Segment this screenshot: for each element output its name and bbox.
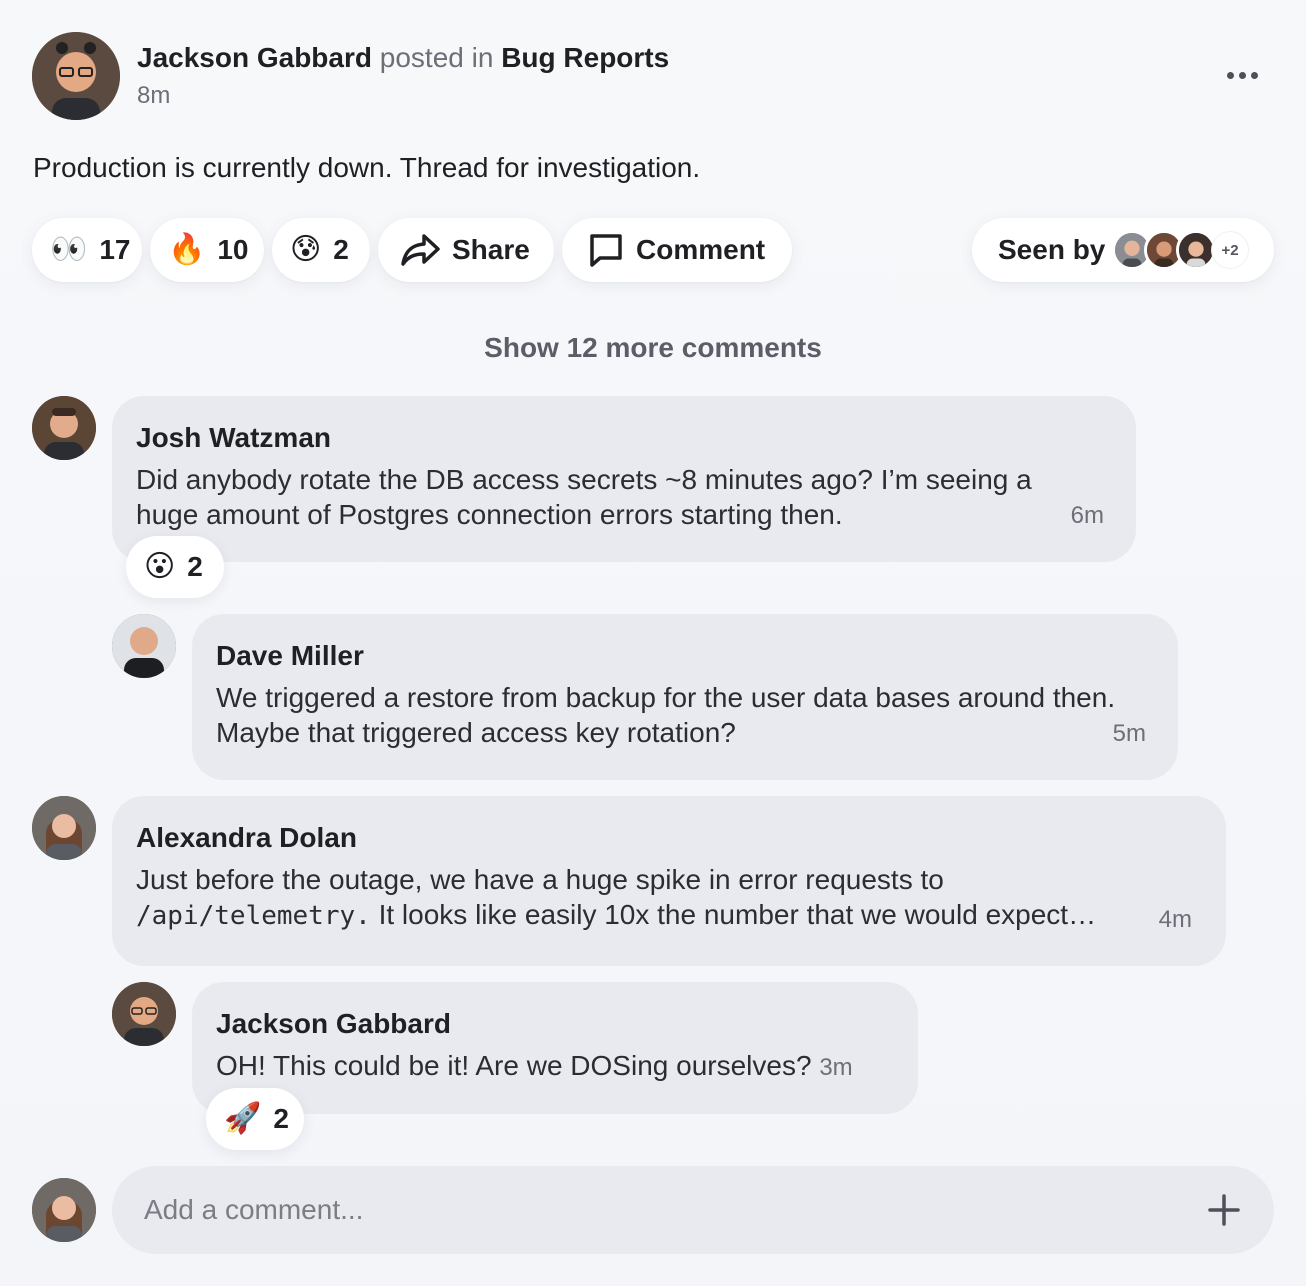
commenter-avatar[interactable] xyxy=(112,982,176,1046)
author-avatar[interactable] xyxy=(32,32,120,120)
show-more-comments-button[interactable]: Show 12 more comments xyxy=(0,332,1306,364)
author-avatar-image xyxy=(32,32,120,120)
comment-text-line: It looks like easily 10x the number that… xyxy=(370,899,1097,930)
fire-emoji-icon: 🔥 xyxy=(168,233,206,266)
commenter-avatar-image xyxy=(32,396,96,460)
add-comment-input[interactable] xyxy=(144,1166,1144,1254)
comment-author[interactable]: Dave Miller xyxy=(216,640,364,672)
ellipsis-icon xyxy=(1226,71,1234,79)
reaction-eyes-button[interactable]: 👀 17 xyxy=(32,218,142,282)
seen-by-label: Seen by xyxy=(998,234,1106,265)
commenter-avatar-image xyxy=(112,614,176,678)
commenter-avatar-image xyxy=(32,796,96,860)
comment-text: OH! This could be it! Are we DOSing ours… xyxy=(216,1048,853,1085)
comment-author[interactable]: Alexandra Dolan xyxy=(136,822,357,854)
surprised-face-emoji-icon: 😮 xyxy=(144,550,176,583)
code-snippet: /api/telemetry. xyxy=(136,901,371,931)
reaction-anxious-button[interactable]: 😰 2 xyxy=(272,218,370,282)
share-button[interactable]: Share xyxy=(378,218,554,282)
comment-label: Comment xyxy=(636,234,766,265)
reaction-count: 17 xyxy=(99,234,131,265)
post-timestamp: 8m xyxy=(137,82,171,109)
post-channel-link[interactable]: Bug Reports xyxy=(501,42,669,73)
seen-by-avatars: +2 xyxy=(1112,230,1262,270)
comment-text-line: Just before the outage, we have a huge s… xyxy=(136,864,944,895)
comment-text-body: OH! This could be it! Are we DOSing ours… xyxy=(216,1050,812,1081)
reaction-fire-button[interactable]: 🔥 10 xyxy=(150,218,264,282)
share-label: Share xyxy=(452,234,530,265)
posted-in-text: posted in xyxy=(379,42,494,73)
more-options-button[interactable] xyxy=(1222,60,1262,90)
comment-author[interactable]: Josh Watzman xyxy=(136,422,331,454)
rocket-emoji-icon: 🚀 xyxy=(224,1102,262,1135)
comment-bubble: Dave Miller We triggered a restore from … xyxy=(192,614,1178,780)
plus-icon[interactable] xyxy=(1206,1192,1242,1228)
comment-timestamp: 5m xyxy=(1112,720,1146,747)
commenter-avatar-image xyxy=(112,982,176,1046)
comment-timestamp: 4m xyxy=(1158,906,1192,933)
commenter-avatar[interactable] xyxy=(32,396,96,460)
commenter-avatar[interactable] xyxy=(32,796,96,860)
reaction-count: 10 xyxy=(217,234,249,265)
commenter-avatar[interactable] xyxy=(112,614,176,678)
comment-reaction-button[interactable]: 🚀 2 xyxy=(206,1088,304,1150)
comment-bubble: Josh Watzman Did anybody rotate the DB a… xyxy=(112,396,1136,562)
post-author-name[interactable]: Jackson Gabbard xyxy=(137,42,372,73)
comment-text: Just before the outage, we have a huge s… xyxy=(136,862,1176,934)
comment-timestamp: 3m xyxy=(819,1054,853,1081)
comment-icon xyxy=(590,234,622,267)
seen-by-button[interactable]: Seen by +2 xyxy=(972,218,1274,282)
comment-timestamp: 6m xyxy=(1070,502,1104,529)
current-user-avatar xyxy=(32,1178,96,1242)
comment-bubble: Jackson Gabbard OH! This could be it! Ar… xyxy=(192,982,918,1114)
viewer-avatar xyxy=(1176,230,1216,270)
post-header: Jackson Gabbard posted in Bug Reports xyxy=(137,42,669,74)
eyes-emoji-icon: 👀 xyxy=(50,233,88,266)
comment-text: Did anybody rotate the DB access secrets… xyxy=(136,464,1032,530)
seen-by-more-count: +2 xyxy=(1212,232,1248,268)
reaction-count: 2 xyxy=(273,1103,289,1134)
post-body: Production is currently down. Thread for… xyxy=(33,152,701,183)
add-comment-box[interactable] xyxy=(112,1166,1274,1254)
current-user-avatar-image xyxy=(32,1178,96,1242)
comment-button[interactable]: Comment xyxy=(562,218,792,282)
reaction-count: 2 xyxy=(187,551,203,582)
anxious-face-emoji-icon: 😰 xyxy=(290,233,322,266)
comment-text: We triggered a restore from backup for t… xyxy=(216,682,1116,748)
reaction-count: 2 xyxy=(333,234,349,265)
comment-reaction-button[interactable]: 😮 2 xyxy=(126,536,224,598)
comment-author[interactable]: Jackson Gabbard xyxy=(216,1008,451,1040)
comment-bubble: Alexandra Dolan Just before the outage, … xyxy=(112,796,1226,966)
share-icon xyxy=(401,234,440,266)
